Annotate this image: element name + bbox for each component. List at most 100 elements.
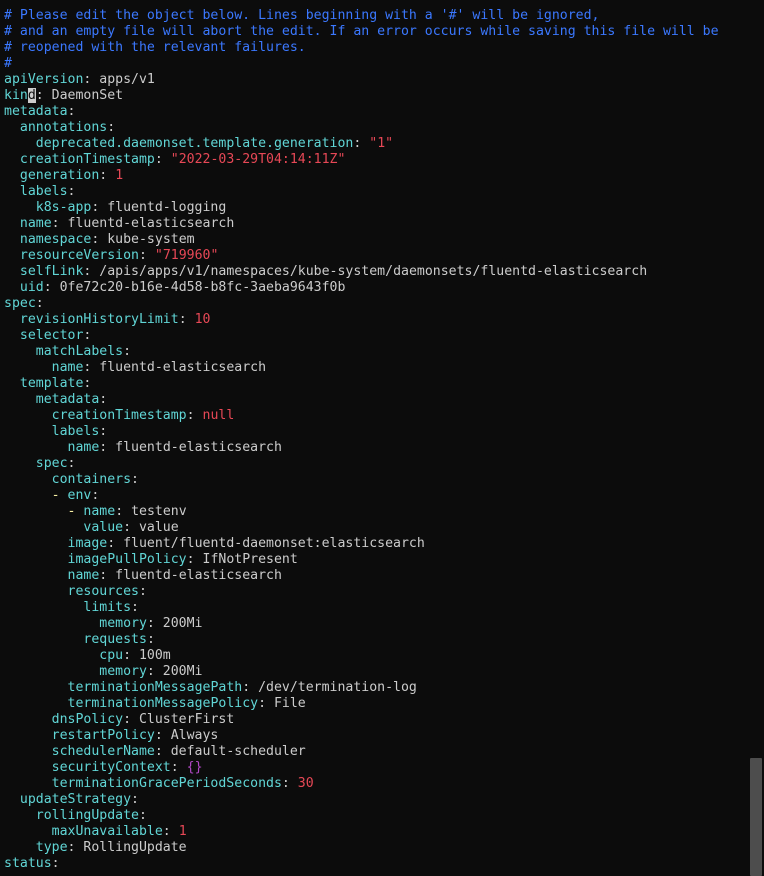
editor-line[interactable]: rollingUpdate: xyxy=(4,808,746,824)
yaml-key: terminationMessagePath xyxy=(67,680,243,695)
editor-line[interactable]: resourceVersion: "719960" xyxy=(4,248,746,264)
yaml-key: metadata xyxy=(35,392,100,407)
yaml-text: : xyxy=(131,472,139,487)
editor-line[interactable]: metadata: xyxy=(4,392,746,408)
editor-line[interactable]: image: fluent/fluentd-daemonset:elastics… xyxy=(4,536,746,552)
yaml-text xyxy=(4,648,99,663)
yaml-string: "719960" xyxy=(154,248,219,263)
editor-line[interactable]: labels: xyxy=(4,424,746,440)
editor-line[interactable]: schedulerName: default-scheduler xyxy=(4,744,746,760)
editor-line[interactable]: limits: xyxy=(4,600,746,616)
yaml-number: 10 xyxy=(194,312,211,327)
editor-line[interactable]: labels: xyxy=(4,184,746,200)
yaml-key: terminationGracePeriodSeconds xyxy=(51,776,282,791)
yaml-text xyxy=(4,328,20,343)
yaml-text xyxy=(4,680,68,695)
editor-line[interactable]: matchLabels: xyxy=(4,344,746,360)
scrollbar-thumb[interactable] xyxy=(750,758,762,876)
editor-line[interactable]: kind: DaemonSet xyxy=(4,88,746,104)
yaml-number: null xyxy=(202,408,235,423)
editor-line[interactable]: selector: xyxy=(4,328,746,344)
editor-line[interactable]: restartPolicy: Always xyxy=(4,728,746,744)
yaml-key: deprecated.daemonset.template.generation xyxy=(35,136,354,151)
yaml-text: : 200Mi xyxy=(146,616,203,631)
yaml-number: 1 xyxy=(178,824,187,839)
editor-line[interactable]: terminationMessagePolicy: File xyxy=(4,696,746,712)
yaml-text: : kube-system xyxy=(91,232,195,247)
editor-line[interactable]: selfLink: /apis/apps/v1/namespaces/kube-… xyxy=(4,264,746,280)
editor-line[interactable]: status: xyxy=(4,856,746,872)
editor-line[interactable]: resources: xyxy=(4,584,746,600)
yaml-text: : xyxy=(83,376,92,391)
editor-line[interactable]: template: xyxy=(4,376,746,392)
editor-line[interactable]: k8s-app: fluentd-logging xyxy=(4,200,746,216)
editor-line[interactable]: terminationMessagePath: /dev/termination… xyxy=(4,680,746,696)
editor-line[interactable]: creationTimestamp: "2022-03-29T04:14:11Z… xyxy=(4,152,746,168)
yaml-key: name xyxy=(67,440,100,455)
yaml-text: : xyxy=(51,856,60,871)
yaml-key: creationTimestamp xyxy=(19,152,155,167)
editor-line[interactable]: - env: xyxy=(4,488,746,504)
editor-line[interactable]: annotations: xyxy=(4,120,746,136)
editor-line[interactable]: name: fluentd-elasticsearch xyxy=(4,360,746,376)
editor-line[interactable]: dnsPolicy: ClusterFirst xyxy=(4,712,746,728)
yaml-key: selector xyxy=(19,328,84,343)
yaml-key: terminationMessagePolicy xyxy=(67,696,259,711)
editor-line[interactable]: securityContext: {} xyxy=(4,760,746,776)
editor-line[interactable]: name: fluentd-elasticsearch xyxy=(4,440,746,456)
yaml-key: metadata xyxy=(4,104,68,119)
editor-line[interactable]: creationTimestamp: null xyxy=(4,408,746,424)
editor-line[interactable]: # and an empty file will abort the edit.… xyxy=(4,24,746,40)
editor-line[interactable]: # xyxy=(4,56,746,72)
yaml-text xyxy=(4,232,20,247)
editor-line[interactable]: type: RollingUpdate xyxy=(4,840,746,856)
yaml-text xyxy=(4,616,99,631)
yaml-text: : xyxy=(138,248,155,263)
editor-line[interactable]: generation: 1 xyxy=(4,168,746,184)
yaml-text: : xyxy=(91,488,100,503)
yaml-text: : xyxy=(162,824,179,839)
editor-line[interactable]: uid: 0fe72c20-b16e-4d58-b8fc-3aeba9643f0… xyxy=(4,280,746,296)
editor-line[interactable]: revisionHistoryLimit: 10 xyxy=(4,312,746,328)
editor-line[interactable]: terminationGracePeriodSeconds: 30 xyxy=(4,776,746,792)
yaml-text: : DaemonSet xyxy=(35,88,124,103)
editor-line[interactable]: spec: xyxy=(4,296,746,312)
yaml-text: : xyxy=(146,632,155,647)
yaml-text: : 0fe72c20-b16e-4d58-b8fc-3aeba9643f0b xyxy=(43,280,346,295)
yaml-text xyxy=(4,568,68,583)
editor-line[interactable]: name: fluentd-elasticsearch xyxy=(4,568,746,584)
editor-line[interactable]: imagePullPolicy: IfNotPresent xyxy=(4,552,746,568)
editor-line[interactable]: metadata: xyxy=(4,104,746,120)
yaml-text: : /dev/termination-log xyxy=(242,680,417,695)
yaml-text xyxy=(4,728,52,743)
editor-line[interactable]: memory: 200Mi xyxy=(4,616,746,632)
editor-line[interactable]: cpu: 100m xyxy=(4,648,746,664)
editor-line[interactable]: spec: xyxy=(4,456,746,472)
yaml-text xyxy=(4,776,52,791)
editor-line[interactable]: requests: xyxy=(4,632,746,648)
yaml-key: value xyxy=(83,520,124,535)
editor-line[interactable]: deprecated.daemonset.template.generation… xyxy=(4,136,746,152)
yaml-text xyxy=(4,408,52,423)
editor-line[interactable]: name: fluentd-elasticsearch xyxy=(4,216,746,232)
editor-line[interactable]: apiVersion: apps/v1 xyxy=(4,72,746,88)
yaml-key: creationTimestamp xyxy=(51,408,187,423)
vim-editor-buffer[interactable]: # Please edit the object below. Lines be… xyxy=(4,8,746,872)
yaml-key: rollingUpdate xyxy=(35,808,139,823)
yaml-text xyxy=(4,264,20,279)
editor-line[interactable]: value: value xyxy=(4,520,746,536)
yaml-text xyxy=(4,696,68,711)
editor-line[interactable]: - name: testenv xyxy=(4,504,746,520)
yaml-key: spec xyxy=(35,456,68,471)
yaml-key: schedulerName xyxy=(51,744,155,759)
vertical-scrollbar[interactable] xyxy=(748,0,764,876)
editor-line[interactable]: containers: xyxy=(4,472,746,488)
editor-line[interactable]: namespace: kube-system xyxy=(4,232,746,248)
editor-line[interactable]: memory: 200Mi xyxy=(4,664,746,680)
editor-line[interactable]: updateStrategy: xyxy=(4,792,746,808)
yaml-key: containers xyxy=(51,472,132,487)
editor-line[interactable]: maxUnavailable: 1 xyxy=(4,824,746,840)
editor-line[interactable]: # reopened with the relevant failures. xyxy=(4,40,746,56)
yaml-text: : xyxy=(107,120,116,135)
editor-line[interactable]: # Please edit the object below. Lines be… xyxy=(4,8,746,24)
